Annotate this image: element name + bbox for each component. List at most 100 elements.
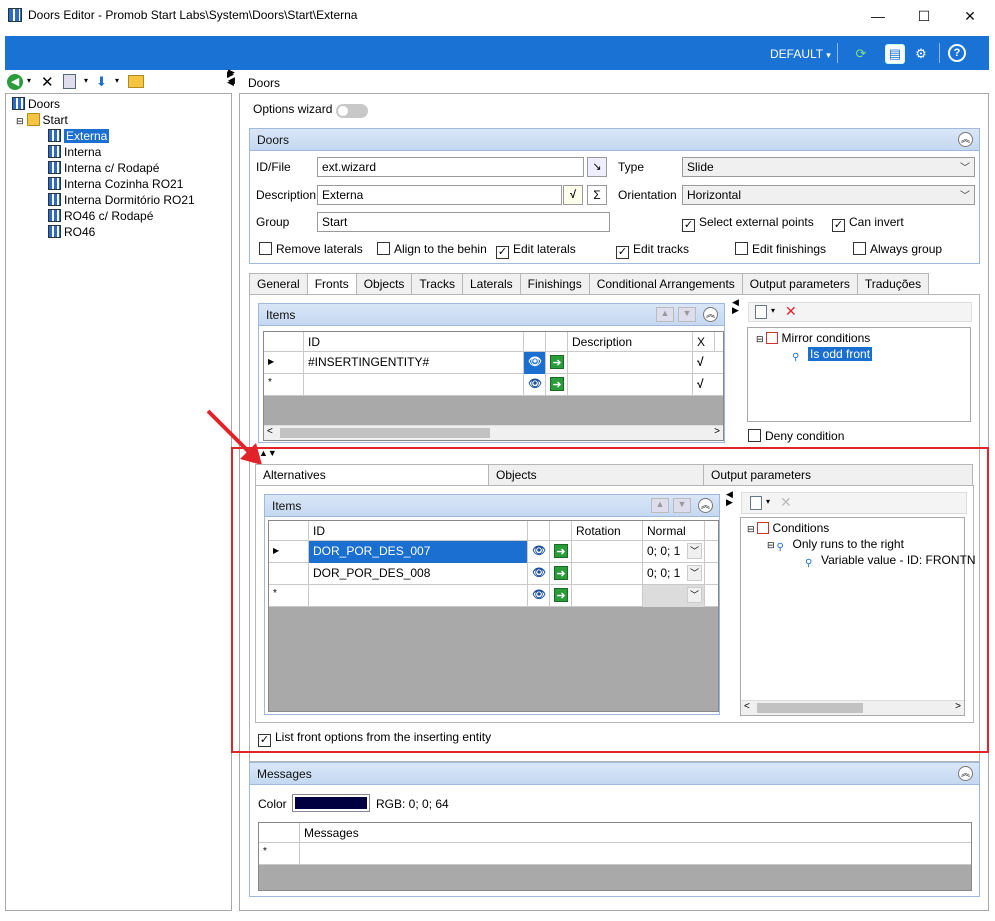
tree-item-ro46-rodape[interactable]: RO46 c/ Rodapé	[48, 208, 153, 224]
close-button[interactable]: ✕	[947, 0, 993, 32]
minimize-button[interactable]: —	[855, 0, 901, 32]
collapse-icon[interactable]: ︽	[698, 498, 713, 513]
splitter-icon[interactable]: ◀ ▶	[726, 490, 733, 507]
scroll-right-icon[interactable]: >	[955, 701, 961, 712]
tree-root-doors[interactable]: Doors	[12, 96, 60, 112]
tab-alternatives[interactable]: Alternatives	[255, 464, 489, 486]
select-external-points-checkbox[interactable]: ✓ Select external points	[682, 215, 814, 232]
sum-icon[interactable]: Σ	[587, 185, 607, 205]
binoculars-icon[interactable]: 👁	[528, 585, 550, 607]
tree-item-interna[interactable]: Interna	[48, 144, 101, 160]
tree-item-interna-dormitorio[interactable]: Interna Dormitório RO21	[48, 192, 195, 208]
alternative-id-cell[interactable]	[309, 585, 528, 607]
scroll-left-icon[interactable]: <	[744, 701, 750, 712]
splitter-icon[interactable]: ▶ ◀	[228, 68, 235, 85]
new-document-icon[interactable]	[755, 305, 767, 319]
binoculars-icon[interactable]: 👁	[528, 541, 550, 563]
deny-condition-checkbox[interactable]: Deny condition	[748, 429, 844, 443]
chevron-down-icon[interactable]: ▾	[766, 497, 770, 506]
options-wizard-toggle[interactable]	[336, 104, 368, 118]
go-cell[interactable]: ➜	[550, 585, 572, 607]
go-cell[interactable]: ➜	[546, 374, 568, 396]
new-row[interactable]: * 👁 ➜ √	[264, 374, 723, 396]
description-field[interactable]: Externa	[317, 185, 562, 205]
group-field[interactable]: Start	[317, 212, 610, 232]
description-cell[interactable]	[568, 352, 693, 374]
table-row[interactable]: DOR_POR_DES_008 👁 ➜ 0; 0; 1 ﹀	[269, 563, 718, 585]
table-row[interactable]: ▶ #INSERTINGENTITY# 👁 ➜ √	[264, 352, 723, 374]
chevron-down-icon[interactable]: ▾	[115, 76, 119, 85]
front-id-cell[interactable]	[304, 374, 524, 396]
scroll-thumb[interactable]	[757, 703, 863, 713]
delete-icon[interactable]: ✕	[785, 303, 797, 320]
collapse-icon[interactable]: ︽	[958, 132, 973, 147]
profile-dropdown[interactable]: DEFAULT ▾	[770, 47, 831, 61]
collapse-icon[interactable]: ︽	[703, 307, 718, 322]
tab-general[interactable]: General	[249, 273, 308, 294]
layout-icon[interactable]: ▤	[885, 44, 905, 64]
tab-sub-objects[interactable]: Objects	[488, 464, 704, 485]
edit-tracks-checkbox[interactable]: ✓ Edit tracks	[616, 242, 689, 259]
chevron-down-icon[interactable]: ﹀	[687, 587, 702, 603]
binoculars-icon[interactable]: 👁	[528, 563, 550, 585]
mirror-conditions-node[interactable]: ⊟ Mirror conditions	[756, 330, 870, 346]
new-document-icon[interactable]	[750, 496, 762, 510]
collapse-icon[interactable]: ⊟	[747, 524, 755, 534]
always-group-checkbox[interactable]: Always group	[853, 242, 942, 256]
tree-item-externa[interactable]: Externa	[48, 128, 110, 144]
scroll-thumb[interactable]	[280, 428, 490, 438]
chevron-down-icon[interactable]: ▾	[84, 76, 88, 85]
tree-item-ro46[interactable]: RO46	[48, 224, 95, 240]
tab-tracks[interactable]: Tracks	[411, 273, 463, 294]
list-front-options-checkbox[interactable]: ✓ List front options from the inserting e…	[258, 730, 491, 747]
rotation-cell[interactable]	[572, 563, 643, 585]
orientation-select[interactable]: Horizontal ﹀	[682, 185, 975, 205]
description-cell[interactable]	[568, 374, 693, 396]
tab-traducoes[interactable]: Traduções	[856, 273, 930, 294]
formula-icon[interactable]: √	[563, 185, 583, 205]
maximize-button[interactable]: ☐	[901, 0, 947, 32]
scroll-right-icon[interactable]: >	[714, 426, 720, 437]
go-cell[interactable]: ➜	[546, 352, 568, 374]
alternative-id-cell[interactable]: DOR_POR_DES_008	[309, 563, 528, 585]
delete-icon[interactable]: ✕	[41, 73, 54, 91]
collapse-icon[interactable]: ⊟	[756, 334, 764, 344]
normal-select[interactable]: 0; 0; 1 ﹀	[643, 541, 705, 563]
go-cell[interactable]: ➜	[550, 563, 572, 585]
id-file-field[interactable]: ext.wizard	[317, 157, 584, 177]
chevron-down-icon[interactable]: ▾	[27, 76, 31, 85]
rotation-cell[interactable]	[572, 585, 643, 607]
tab-finishings[interactable]: Finishings	[519, 273, 590, 294]
align-to-behind-checkbox[interactable]: Align to the behin	[377, 242, 487, 256]
front-id-cell[interactable]: #INSERTINGENTITY#	[304, 352, 524, 374]
horizontal-scrollbar[interactable]: < >	[264, 425, 723, 440]
tab-sub-output-parameters[interactable]: Output parameters	[703, 464, 973, 485]
chevron-down-icon[interactable]: ﹀	[687, 565, 702, 581]
delete-icon[interactable]: ✕	[780, 494, 792, 511]
conditions-node[interactable]: ⊟ Conditions	[747, 520, 829, 536]
formula-icon[interactable]: √	[693, 374, 723, 396]
can-invert-checkbox[interactable]: ✓ Can invert	[832, 215, 904, 232]
color-picker[interactable]	[292, 794, 370, 812]
table-row[interactable]: ▶ DOR_POR_DES_007 👁 ➜ 0; 0; 1 ﹀	[269, 541, 718, 563]
only-runs-right-node[interactable]: ⊟ ⚲ Only runs to the right	[767, 536, 904, 553]
splitter-icon[interactable]: ◀ ▶	[732, 298, 739, 315]
go-cell[interactable]: ➜	[550, 541, 572, 563]
browse-file-icon[interactable]: ↘	[587, 157, 607, 177]
tab-laterals[interactable]: Laterals	[461, 273, 521, 294]
move-up-icon[interactable]: ▲	[651, 498, 669, 513]
tab-output-parameters[interactable]: Output parameters	[741, 273, 858, 294]
new-row[interactable]: * 👁 ➜ ﹀	[269, 585, 718, 607]
refresh-icon[interactable]: ⟳	[851, 44, 871, 64]
formula-icon[interactable]: √	[693, 352, 723, 374]
move-down-icon[interactable]: ▼	[678, 307, 696, 322]
tab-objects[interactable]: Objects	[355, 273, 413, 294]
back-icon[interactable]: ◀	[7, 74, 23, 90]
tab-fronts[interactable]: Fronts	[306, 273, 357, 295]
remove-laterals-checkbox[interactable]: Remove laterals	[259, 242, 363, 256]
binoculars-icon[interactable]: 👁	[524, 374, 546, 396]
tree-item-interna-cozinha[interactable]: Interna Cozinha RO21	[48, 176, 183, 192]
move-up-icon[interactable]: ▲	[656, 307, 674, 322]
rotation-cell[interactable]	[572, 541, 643, 563]
chevron-down-icon[interactable]: ﹀	[687, 543, 702, 559]
